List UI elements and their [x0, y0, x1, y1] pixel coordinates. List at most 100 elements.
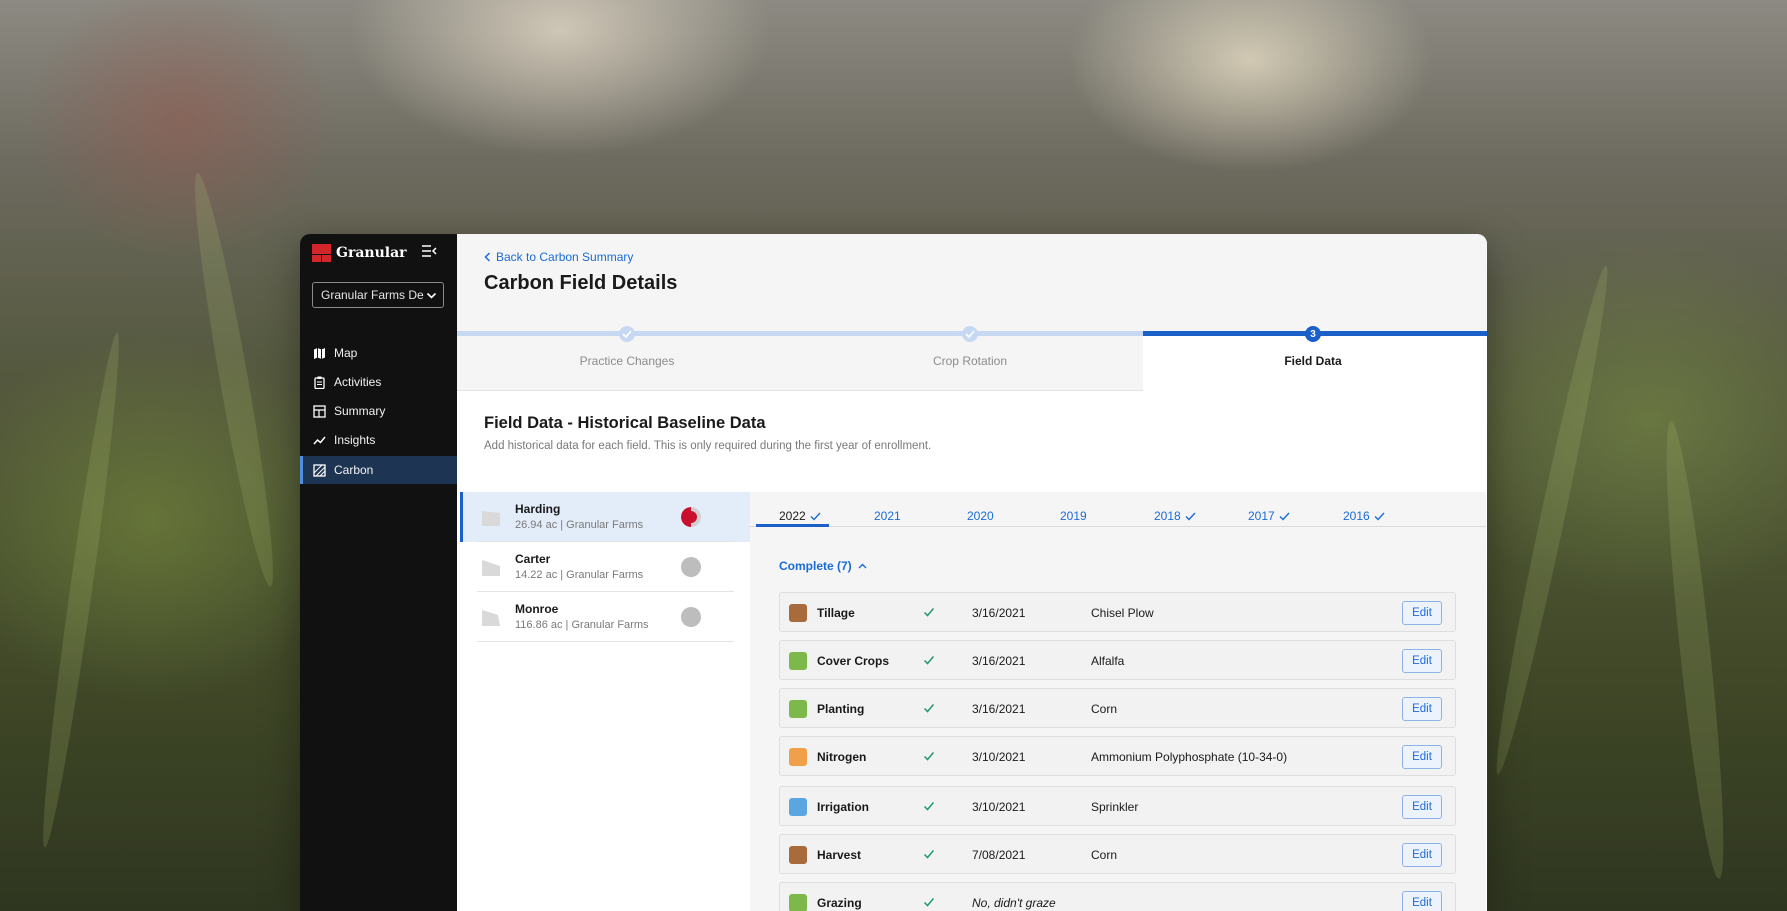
complete-check-icon — [923, 608, 935, 617]
tab-label: 2017 — [1248, 509, 1275, 523]
nav-item-label: Activities — [334, 375, 382, 389]
tab-label: 2019 — [1060, 509, 1087, 523]
activity-row: Nitrogen 3/10/2021 Ammonium Polyphosphate … — [779, 736, 1456, 776]
activity-name: Planting — [817, 702, 865, 716]
tab-year-2020[interactable]: 2020 — [967, 509, 994, 523]
nav-item-label: Insights — [334, 433, 376, 447]
sidebar: Granular Granular Farms De Map Activitie… — [300, 234, 457, 911]
activity-date: 3/16/2021 — [972, 654, 1026, 668]
nav-item-map[interactable]: Map — [300, 339, 457, 367]
complete-section-toggle[interactable]: Complete (7) — [779, 559, 867, 573]
edit-button[interactable]: Edit — [1402, 649, 1442, 673]
edit-button[interactable]: Edit — [1402, 843, 1442, 867]
section-title: Field Data - Historical Baseline Data — [484, 414, 766, 432]
activity-name: Grazing — [817, 896, 862, 910]
complete-check-icon — [923, 802, 935, 811]
tab-year-2021[interactable]: 2021 — [874, 509, 901, 523]
edit-button[interactable]: Edit — [1402, 795, 1442, 819]
nav-item-summary[interactable]: Summary — [300, 397, 457, 425]
activity-row: Tillage 3/16/2021 Chisel Plow Edit — [779, 592, 1456, 632]
nav-item-label: Summary — [334, 404, 386, 418]
check-icon — [1185, 512, 1196, 521]
edit-button[interactable]: Edit — [1402, 745, 1442, 769]
trend-line-icon — [313, 436, 326, 444]
tab-year-2022[interactable]: 2022 — [779, 509, 821, 523]
nitrogen-icon — [789, 748, 807, 766]
brand[interactable]: Granular — [312, 244, 407, 262]
complete-check-icon — [923, 850, 935, 859]
chevron-left-icon — [484, 252, 491, 262]
field-meta: 116.86 ac | Granular Farms — [515, 619, 649, 631]
field-name: Harding — [515, 502, 561, 516]
back-to-carbon-summary-link[interactable]: Back to Carbon Summary — [484, 250, 633, 264]
activity-row: Cover Crops 3/16/2021 Alfalfa Edit — [779, 640, 1456, 680]
chevron-up-icon — [858, 563, 867, 569]
grazing-icon — [789, 894, 807, 911]
step-crop-rotation[interactable]: Crop Rotation — [870, 354, 1070, 368]
field-shape-icon — [482, 560, 500, 576]
tab-label: 2016 — [1343, 509, 1370, 523]
activity-detail: Corn — [1091, 702, 1118, 716]
check-icon — [1374, 512, 1385, 521]
nav-item-insights[interactable]: Insights — [300, 426, 457, 454]
check-icon — [1279, 512, 1290, 521]
summary-icon — [313, 404, 326, 418]
back-link-label: Back to Carbon Summary — [496, 250, 634, 264]
sprout-icon — [789, 700, 807, 718]
activity-name: Irrigation — [817, 800, 870, 814]
step-2-check-icon — [962, 326, 978, 342]
tab-label: 2018 — [1154, 509, 1181, 523]
carbon-icon — [313, 463, 326, 477]
step-practice-changes[interactable]: Practice Changes — [527, 354, 727, 368]
field-item-monroe[interactable]: Monroe 116.86 ac | Granular Farms — [460, 592, 750, 642]
tab-year-2017[interactable]: 2017 — [1248, 509, 1290, 523]
app-window: Granular Granular Farms De Map Activitie… — [300, 234, 1487, 911]
check-icon — [810, 512, 821, 521]
activity-name: Tillage — [817, 606, 855, 620]
organization-select-value: Granular Farms De — [321, 288, 424, 302]
activity-detail: Chisel Plow — [1091, 606, 1154, 620]
step-1-check-icon — [619, 326, 635, 342]
activity-date: 7/08/2021 — [972, 848, 1026, 862]
edit-button[interactable]: Edit — [1402, 891, 1442, 911]
complete-check-icon — [923, 656, 935, 665]
tab-label: 2021 — [874, 509, 901, 523]
sprout-icon — [789, 652, 807, 670]
collapse-menu-icon[interactable] — [421, 244, 437, 258]
activity-row: Harvest 7/08/2021 Corn Edit — [779, 834, 1456, 874]
activity-date: 3/10/2021 — [972, 750, 1026, 764]
edit-button[interactable]: Edit — [1402, 697, 1442, 721]
active-tab-indicator — [756, 524, 829, 527]
edit-button[interactable]: Edit — [1402, 601, 1442, 625]
granular-logo — [312, 244, 331, 262]
water-drop-icon — [789, 798, 807, 816]
tab-label: 2020 — [967, 509, 994, 523]
tab-year-2018[interactable]: 2018 — [1154, 509, 1196, 523]
activity-row: Irrigation 3/10/2021 Sprinkler Edit — [779, 786, 1456, 826]
tab-year-2016[interactable]: 2016 — [1343, 509, 1385, 523]
year-activity-panel: 2022 2021 2020 2019 2018 2017 2016 Compl… — [750, 492, 1486, 911]
activity-row: Planting 3/16/2021 Corn Edit — [779, 688, 1456, 728]
field-item-carter[interactable]: Carter 14.22 ac | Granular Farms — [460, 542, 750, 592]
field-meta: 26.94 ac | Granular Farms — [515, 519, 644, 531]
activity-detail: Sprinkler — [1091, 800, 1139, 814]
nav-item-label: Carbon — [334, 463, 374, 477]
stepper-progress-complete — [457, 331, 1143, 336]
organization-select[interactable]: Granular Farms De — [312, 282, 444, 308]
complete-check-icon — [923, 704, 935, 713]
tab-label: 2022 — [779, 509, 806, 523]
tab-year-2019[interactable]: 2019 — [1060, 509, 1087, 523]
complete-check-icon — [923, 898, 935, 907]
activity-detail: No, didn't graze — [972, 896, 1056, 910]
field-shape-icon — [482, 511, 500, 526]
field-shape-icon — [482, 610, 500, 626]
complete-toggle-label: Complete (7) — [779, 559, 852, 573]
nav-item-carbon[interactable]: Carbon — [300, 456, 457, 484]
step-field-data[interactable]: Field Data — [1213, 354, 1413, 368]
empty-status-icon — [681, 557, 701, 577]
main-content: Back to Carbon Summary Carbon Field Deta… — [457, 234, 1487, 911]
field-item-harding[interactable]: Harding 26.94 ac | Granular Farms — [460, 492, 750, 542]
nav-item-label: Map — [334, 346, 358, 360]
nav-item-activities[interactable]: Activities — [300, 368, 457, 396]
activity-detail: Alfalfa — [1091, 654, 1125, 668]
